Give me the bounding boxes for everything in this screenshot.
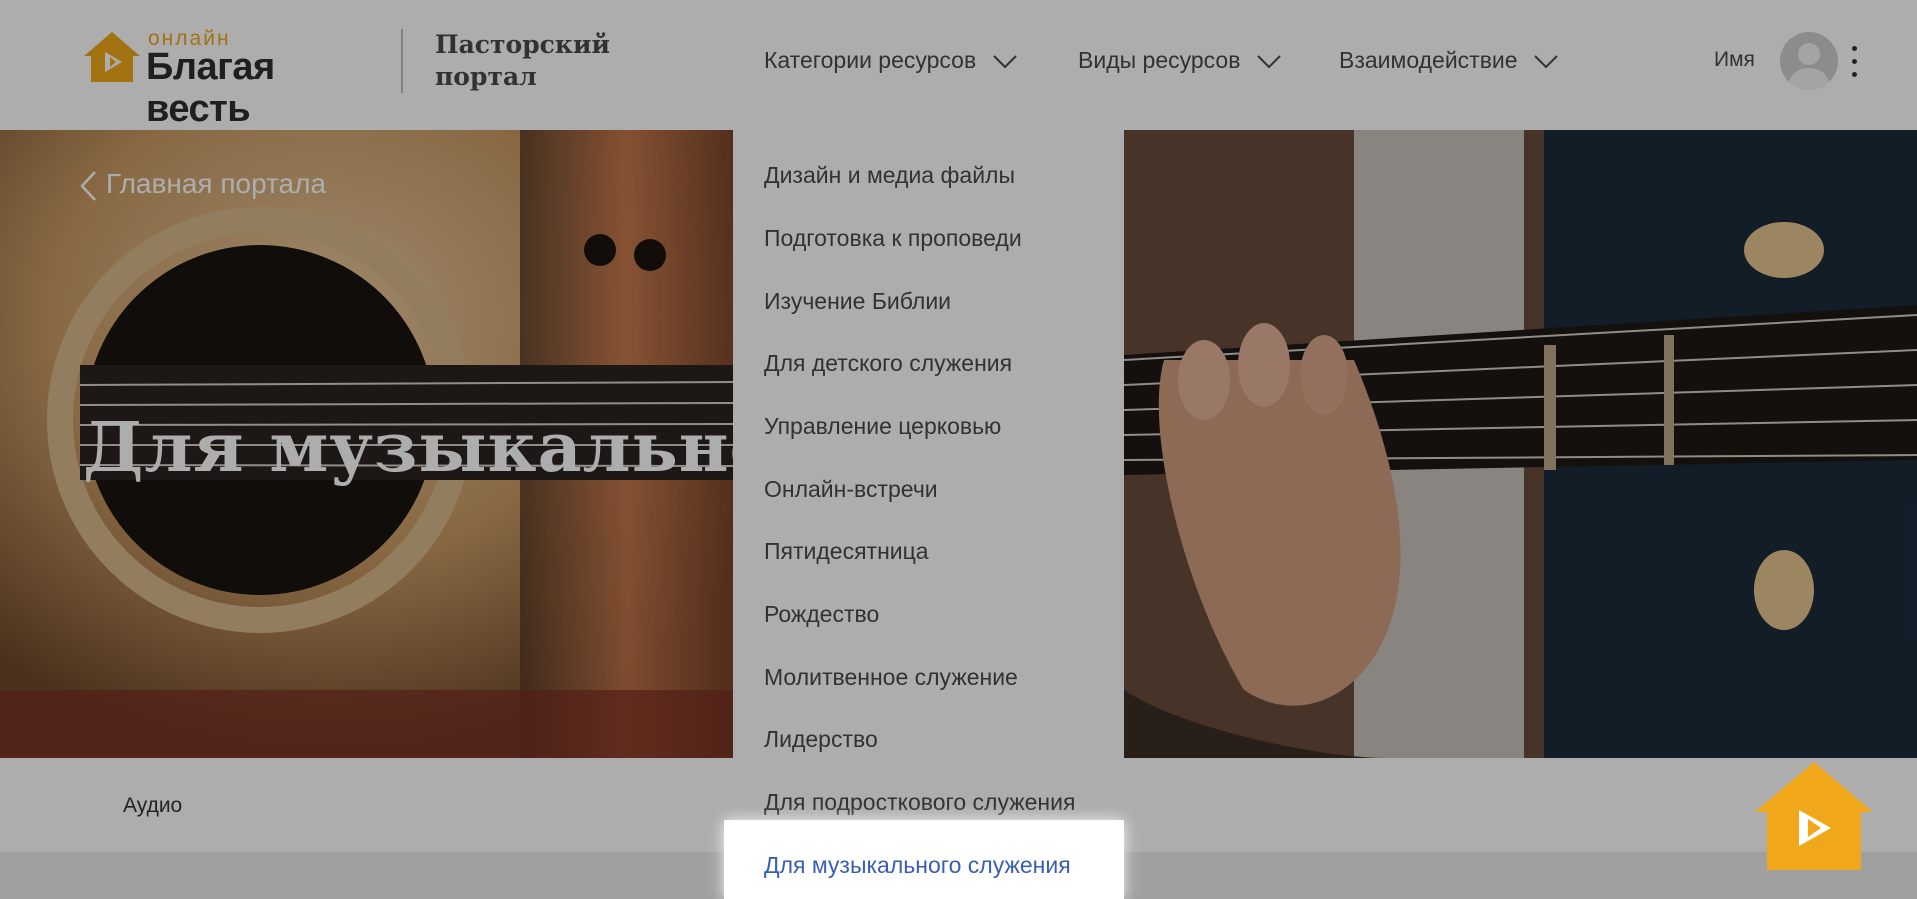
dropdown-item-sermon-prep[interactable]: Подготовка к проповеди: [764, 225, 1022, 252]
dropdown-item-music-ministry-label: Для музыкального служения: [764, 852, 1071, 878]
dropdown-item-children[interactable]: Для детского служения: [764, 350, 1012, 377]
dropdown-item-music-ministry[interactable]: Для музыкального служения: [724, 820, 1124, 899]
dropdown-item-leadership[interactable]: Лидерство: [764, 726, 878, 753]
dropdown-item-christmas[interactable]: Рождество: [764, 601, 879, 628]
play-house-button-icon[interactable]: [1753, 760, 1875, 872]
dropdown-item-online-meetings[interactable]: Онлайн-встречи: [764, 476, 938, 503]
dropdown-item-bible-study[interactable]: Изучение Библии: [764, 288, 951, 315]
dropdown-item-church-management[interactable]: Управление церковью: [764, 413, 1001, 440]
dropdown-item-prayer[interactable]: Молитвенное служение: [764, 664, 1018, 691]
dropdown-item-pentecost[interactable]: Пятидесятница: [764, 538, 929, 565]
resource-categories-dropdown: Дизайн и медиа файлы Подготовка к пропов…: [733, 130, 1124, 899]
dropdown-item-youth[interactable]: Для подросткового служения: [764, 789, 1075, 816]
dropdown-item-design-media[interactable]: Дизайн и медиа файлы: [764, 162, 1015, 189]
